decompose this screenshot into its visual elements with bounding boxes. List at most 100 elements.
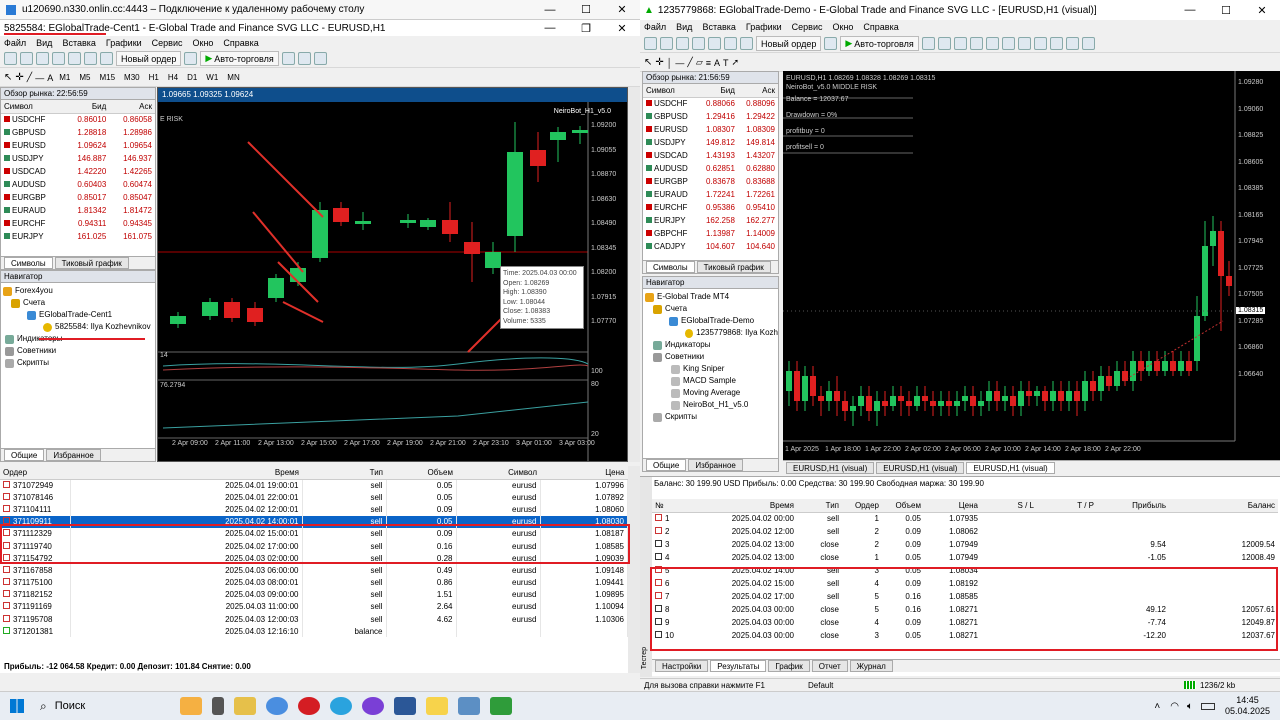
candle-body[interactable]	[970, 396, 976, 406]
candle-body[interactable]	[1122, 371, 1128, 381]
tab-favorites[interactable]: Избранное	[688, 459, 743, 471]
metaeditor-icon[interactable]	[824, 37, 838, 50]
navigator-icon[interactable]	[68, 52, 81, 65]
orders-scrollbar[interactable]	[628, 466, 640, 673]
opera-icon[interactable]	[297, 697, 320, 715]
tab-report[interactable]: Отчет	[811, 660, 848, 672]
candle-body[interactable]	[978, 401, 984, 406]
candle-body[interactable]	[922, 396, 928, 401]
candle-body[interactable]	[1082, 381, 1088, 401]
col-num[interactable]: №	[652, 499, 682, 513]
nav-scripts[interactable]: Скрипты	[645, 411, 778, 423]
col-volume[interactable]: Объем	[386, 466, 456, 480]
menu-item[interactable]: Файл	[644, 22, 666, 32]
menu-item[interactable]: Вставка	[702, 22, 735, 32]
text-icon[interactable]: A	[47, 73, 53, 83]
left-chart[interactable]: 1.09665 1.09325 1.09624 E RISK NeiroBot_…	[157, 87, 628, 462]
indicators-list-icon[interactable]	[1049, 37, 1063, 50]
market-watch-row[interactable]: GBPUSD 1.29416 1.29422	[643, 110, 778, 123]
chart-tab-2[interactable]: EURUSD,H1 (visual)	[876, 461, 965, 474]
close-icon[interactable]: ✕	[1244, 0, 1280, 20]
candle-body[interactable]	[1018, 391, 1024, 406]
col-ask[interactable]: Аск	[109, 100, 155, 114]
candle-body[interactable]	[842, 401, 848, 411]
result-row[interactable]: 4 2025.04.02 13:00 close 1 0.05 1.07949 -1.05 1…	[652, 551, 1278, 564]
minimize-icon[interactable]: —	[1172, 0, 1208, 20]
line-icon[interactable]: ╱	[687, 57, 692, 68]
col-bid[interactable]: Бид	[63, 100, 110, 114]
result-row[interactable]: 3 2025.04.02 13:00 close 2 0.09 1.07949 9.54 12…	[652, 538, 1278, 551]
zoom-out-icon[interactable]	[297, 52, 311, 65]
candle-body[interactable]	[826, 391, 832, 401]
market-watch-row[interactable]: GBPCHF 1.13987 1.14009	[643, 227, 778, 240]
order-row[interactable]: 371191169 2025.04.03 11:00:00 sell 2.64 euru…	[0, 600, 628, 614]
nav-indicators[interactable]: Индикаторы	[645, 339, 778, 351]
restore-icon[interactable]: ❐	[568, 20, 604, 36]
candle-body[interactable]	[1154, 361, 1160, 371]
explorer-icon[interactable]	[233, 697, 256, 715]
minimize-icon[interactable]: —	[532, 0, 568, 19]
candle-body[interactable]	[224, 302, 240, 318]
autotrade-button[interactable]: ▶ Авто-торговля	[840, 36, 919, 51]
candle-body[interactable]	[247, 308, 263, 322]
candle-body[interactable]	[333, 208, 349, 222]
menu-item[interactable]: Вид	[36, 38, 52, 48]
candle-body[interactable]	[834, 391, 840, 401]
candle-body[interactable]	[1074, 391, 1080, 401]
candle-body[interactable]	[882, 401, 888, 406]
order-row[interactable]: 371078146 2025.04.01 22:00:01 sell 0.05 euru…	[0, 491, 628, 504]
market-watch-row[interactable]: EURGBP 0.85017 0.85047	[1, 191, 155, 204]
data-window-icon[interactable]	[692, 37, 705, 50]
candle-body[interactable]	[1066, 391, 1072, 401]
candle-body[interactable]	[1010, 396, 1016, 406]
timeframe-button[interactable]: M30	[121, 73, 143, 82]
result-row[interactable]: 10 2025.04.03 00:00 close 3 0.05 1.08271 -12.2…	[652, 629, 1278, 642]
tab-symbols[interactable]: Символы	[646, 261, 695, 273]
order-row[interactable]: 371201381 2025.04.03 12:16:10 balance	[0, 625, 628, 638]
nav-accounts[interactable]: Счета	[645, 303, 778, 315]
menu-item[interactable]: Справка	[223, 38, 258, 48]
order-row[interactable]: 371195708 2025.04.03 12:00:03 sell 4.62 euru…	[0, 613, 628, 626]
new-order-button[interactable]: Новый ордер	[116, 51, 182, 66]
result-row[interactable]: 7 2025.04.02 17:00 sell 5 0.16 1.08585	[652, 590, 1278, 603]
result-row[interactable]: 5 2025.04.02 14:00 sell 3 0.05 1.08034	[652, 564, 1278, 577]
candle-body[interactable]	[1186, 361, 1192, 371]
market-watch-row[interactable]: EURGBP 0.83678 0.83688	[643, 175, 778, 188]
rdp-app-icon[interactable]	[457, 697, 480, 715]
market-watch-row[interactable]: USDCAD 1.43193 1.43207	[643, 149, 778, 162]
search-box[interactable]: Поиск	[55, 700, 175, 712]
col-symbol[interactable]: Символ	[456, 466, 540, 480]
market-watch-row[interactable]: USDCHF 0.86010 0.86058	[1, 113, 155, 126]
mt4-app-icon[interactable]	[489, 697, 512, 715]
market-watch-row[interactable]: USDCHF 0.88066 0.88096	[643, 97, 778, 110]
col-sl[interactable]: S / L	[981, 499, 1037, 513]
col-order[interactable]: Ордер	[0, 466, 70, 480]
col-profit[interactable]: Прибыль	[1097, 499, 1169, 513]
candle-body[interactable]	[786, 371, 792, 391]
right-mt4-titlebar[interactable]: ▲ 1235779868: EGlobalTrade-Demo - E-Glob…	[640, 0, 1280, 20]
candle-body[interactable]	[530, 150, 546, 166]
nav-experts[interactable]: Советники	[3, 345, 155, 357]
candle-body[interactable]	[794, 371, 800, 401]
candle-body[interactable]	[355, 221, 371, 224]
menu-item[interactable]: Окно	[833, 22, 854, 32]
new-chart-icon[interactable]	[4, 52, 17, 65]
candle-body[interactable]	[572, 130, 588, 133]
zoom-out-icon[interactable]	[985, 37, 999, 50]
close-icon[interactable]: ✕	[604, 20, 640, 36]
task-view-icon[interactable]	[211, 697, 224, 715]
market-watch-icon[interactable]	[36, 52, 49, 65]
new-order-button[interactable]: Новый ордер	[756, 36, 822, 51]
timeframe-button[interactable]: H4	[165, 73, 181, 82]
weather-app-icon[interactable]	[179, 697, 202, 715]
right-chart[interactable]: EURUSD,H1 1.08269 1.08328 1.08269 1.0831…	[783, 71, 1280, 460]
candle-body[interactable]	[850, 406, 856, 411]
candle-body[interactable]	[1090, 381, 1096, 391]
nav-server[interactable]: EGlobalTrade-Demo	[645, 315, 778, 327]
chart-tab-3[interactable]: EURUSD,H1 (visual)	[966, 461, 1055, 474]
nav-ea-neirobot[interactable]: NeiroBot_H1_v5.0	[645, 399, 778, 411]
timeframe-button[interactable]: M1	[56, 73, 73, 82]
candle-body[interactable]	[1106, 376, 1112, 386]
candle-body[interactable]	[1034, 391, 1040, 396]
yandex-icon[interactable]	[361, 697, 384, 715]
